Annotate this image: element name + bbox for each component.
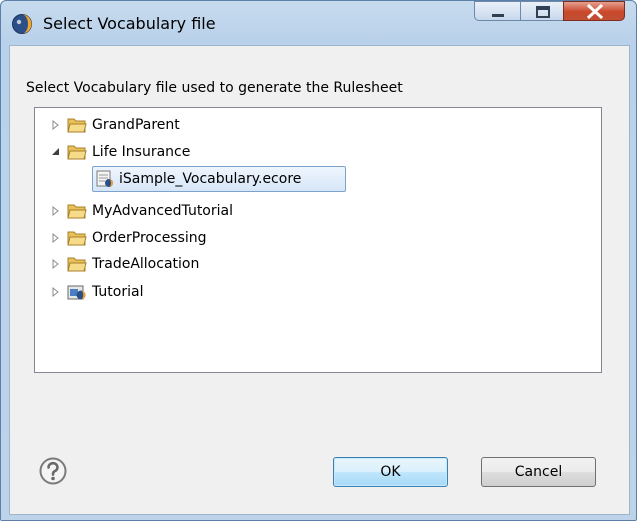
tree-item-label: iSample_Vocabulary.ecore (119, 171, 302, 187)
expand-arrow-icon[interactable] (50, 114, 62, 136)
folder-icon (67, 118, 87, 133)
maximize-icon (536, 6, 550, 18)
folder-icon (67, 257, 87, 272)
close-button[interactable] (563, 1, 625, 21)
folder-icon (67, 231, 87, 246)
expand-arrow-icon[interactable] (50, 200, 62, 222)
title-bar[interactable]: Select Vocabulary file (1, 1, 636, 45)
minimize-icon (492, 14, 504, 17)
maximize-button[interactable] (520, 1, 564, 21)
tree-item-tradeallocation[interactable]: TradeAllocation (50, 253, 350, 275)
expand-arrow-icon[interactable] (50, 281, 62, 303)
help-icon[interactable] (38, 456, 68, 486)
app-icon (12, 14, 32, 34)
tree-item-orderprocessing[interactable]: OrderProcessing (50, 227, 350, 249)
collapse-arrow-icon[interactable] (50, 141, 62, 163)
close-icon (586, 3, 604, 20)
tree-item-label: OrderProcessing (92, 230, 207, 246)
tree-item-label: Tutorial (92, 284, 144, 300)
tree-item-life-insurance[interactable]: Life Insurance (50, 141, 350, 163)
instruction-text: Select Vocabulary file used to generate … (26, 80, 403, 96)
window-title: Select Vocabulary file (43, 14, 216, 33)
folder-icon (67, 145, 87, 160)
project-icon (67, 285, 86, 300)
tree-item-label: MyAdvancedTutorial (92, 203, 233, 219)
vocabulary-file-icon (96, 170, 113, 187)
tree-item-tutorial[interactable]: Tutorial (50, 281, 350, 303)
cancel-button[interactable]: Cancel (481, 457, 596, 487)
ok-button[interactable]: OK (333, 457, 448, 487)
tree-item-label: TradeAllocation (92, 256, 200, 272)
tree-item-isample-vocabulary[interactable]: iSample_Vocabulary.ecore (95, 168, 345, 190)
tree-item-grandparent[interactable]: GrandParent (50, 114, 350, 136)
minimize-button[interactable] (474, 1, 521, 21)
expand-arrow-icon[interactable] (50, 253, 62, 275)
tree-item-myadvancedtutorial[interactable]: MyAdvancedTutorial (50, 200, 350, 222)
tree-item-label: GrandParent (92, 117, 180, 133)
tree-item-label: Life Insurance (92, 144, 191, 160)
folder-icon (67, 204, 87, 219)
expand-arrow-icon[interactable] (50, 227, 62, 249)
